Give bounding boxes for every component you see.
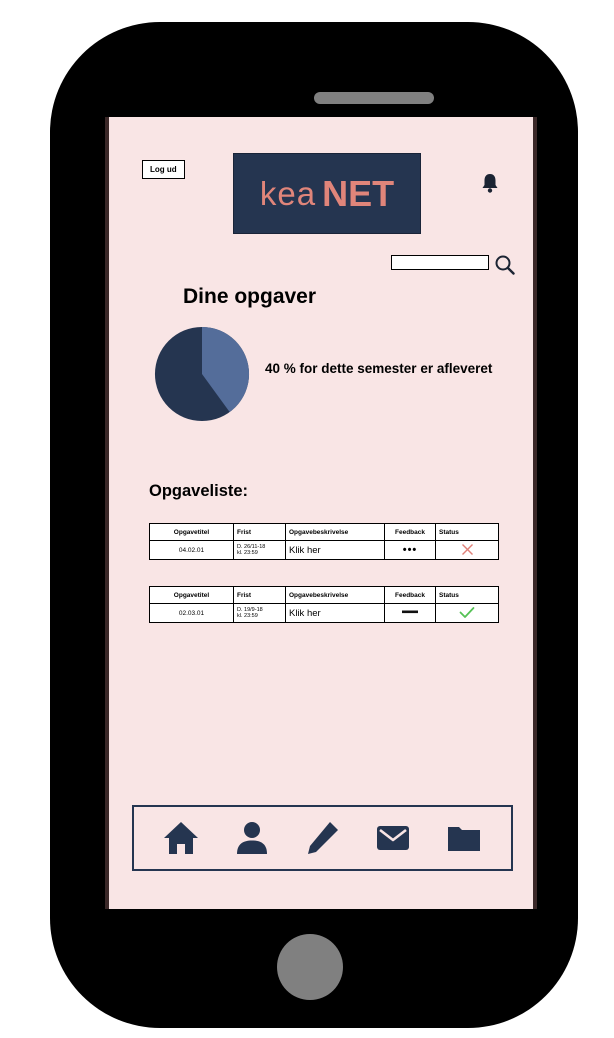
col-header-deadline: Frist (233, 523, 286, 541)
table-row: 04.02.01 D. 26/11-18 kl. 23:59 Klik her … (149, 540, 499, 560)
col-header-status: Status (435, 586, 499, 604)
description-link[interactable]: Klik her (289, 608, 321, 619)
logo-net-text: NET (322, 172, 395, 214)
folder-icon (447, 827, 480, 851)
search-icon[interactable] (494, 254, 516, 276)
nav-profile[interactable] (229, 815, 275, 861)
dash-icon[interactable] (402, 609, 418, 615)
home-icon (164, 822, 199, 854)
task-description: Klik her (285, 603, 385, 623)
col-header-status: Status (435, 523, 499, 541)
col-header-description: Opgavebeskrivelse (285, 523, 385, 541)
phone-home-button[interactable] (277, 934, 343, 1000)
user-icon (236, 822, 267, 854)
cross-icon (461, 543, 473, 555)
col-header-title: Opgavetitel (149, 586, 234, 604)
check-icon (459, 606, 475, 618)
task-description: Klik her (285, 540, 385, 560)
phone-speaker (314, 92, 434, 104)
nav-home[interactable] (158, 815, 204, 861)
mail-icon (377, 826, 410, 850)
task-feedback (384, 603, 436, 623)
task-status (435, 603, 499, 623)
task-table-2: Opgavetitel Frist Opgavebeskrivelse Feed… (149, 586, 499, 623)
deadline-time: kl. 23:59 (237, 550, 258, 556)
task-status (435, 540, 499, 560)
app-screen: Log ud kea NET Dine opgaver 40 % for det… (105, 117, 537, 909)
progress-pie-chart (154, 326, 250, 422)
col-header-title: Opgavetitel (149, 523, 234, 541)
table-header-row: Opgavetitel Frist Opgavebeskrivelse Feed… (149, 523, 499, 541)
logout-button[interactable]: Log ud (142, 160, 185, 179)
stage: Log ud kea NET Dine opgaver 40 % for det… (0, 0, 614, 1038)
task-feedback: ••• (384, 540, 436, 560)
task-table-1: Opgavetitel Frist Opgavebeskrivelse Feed… (149, 523, 499, 560)
bottom-navigation (132, 805, 513, 871)
bell-icon[interactable] (480, 172, 500, 194)
nav-assignments[interactable] (299, 815, 345, 861)
deadline-time: kl. 23:59 (237, 613, 258, 619)
task-title: 02.03.01 (149, 603, 234, 623)
nav-files[interactable] (441, 815, 487, 861)
logo-kea-text: kea (259, 174, 317, 212)
pencil-icon (308, 822, 339, 854)
task-deadline: D. 26/11-18 kl. 23:59 (233, 540, 286, 560)
table-row: 02.03.01 D. 19/9-18 kl. 23:59 Klik her (149, 603, 499, 623)
keanet-logo: kea NET (233, 153, 421, 234)
page-title: Dine opgaver (183, 285, 317, 308)
col-header-feedback: Feedback (384, 586, 436, 604)
progress-text: 40 % for dette semester er afleveret (265, 361, 493, 376)
col-header-deadline: Frist (233, 586, 286, 604)
description-link[interactable]: Klik her (289, 545, 321, 556)
task-title: 04.02.01 (149, 540, 234, 560)
col-header-feedback: Feedback (384, 523, 436, 541)
table-header-row: Opgavetitel Frist Opgavebeskrivelse Feed… (149, 586, 499, 604)
search-input[interactable] (391, 255, 489, 270)
task-list-title: Opgaveliste: (149, 482, 249, 500)
ellipsis-icon[interactable]: ••• (403, 544, 418, 556)
task-deadline: D. 19/9-18 kl. 23:59 (233, 603, 286, 623)
nav-messages[interactable] (370, 815, 416, 861)
col-header-description: Opgavebeskrivelse (285, 586, 385, 604)
